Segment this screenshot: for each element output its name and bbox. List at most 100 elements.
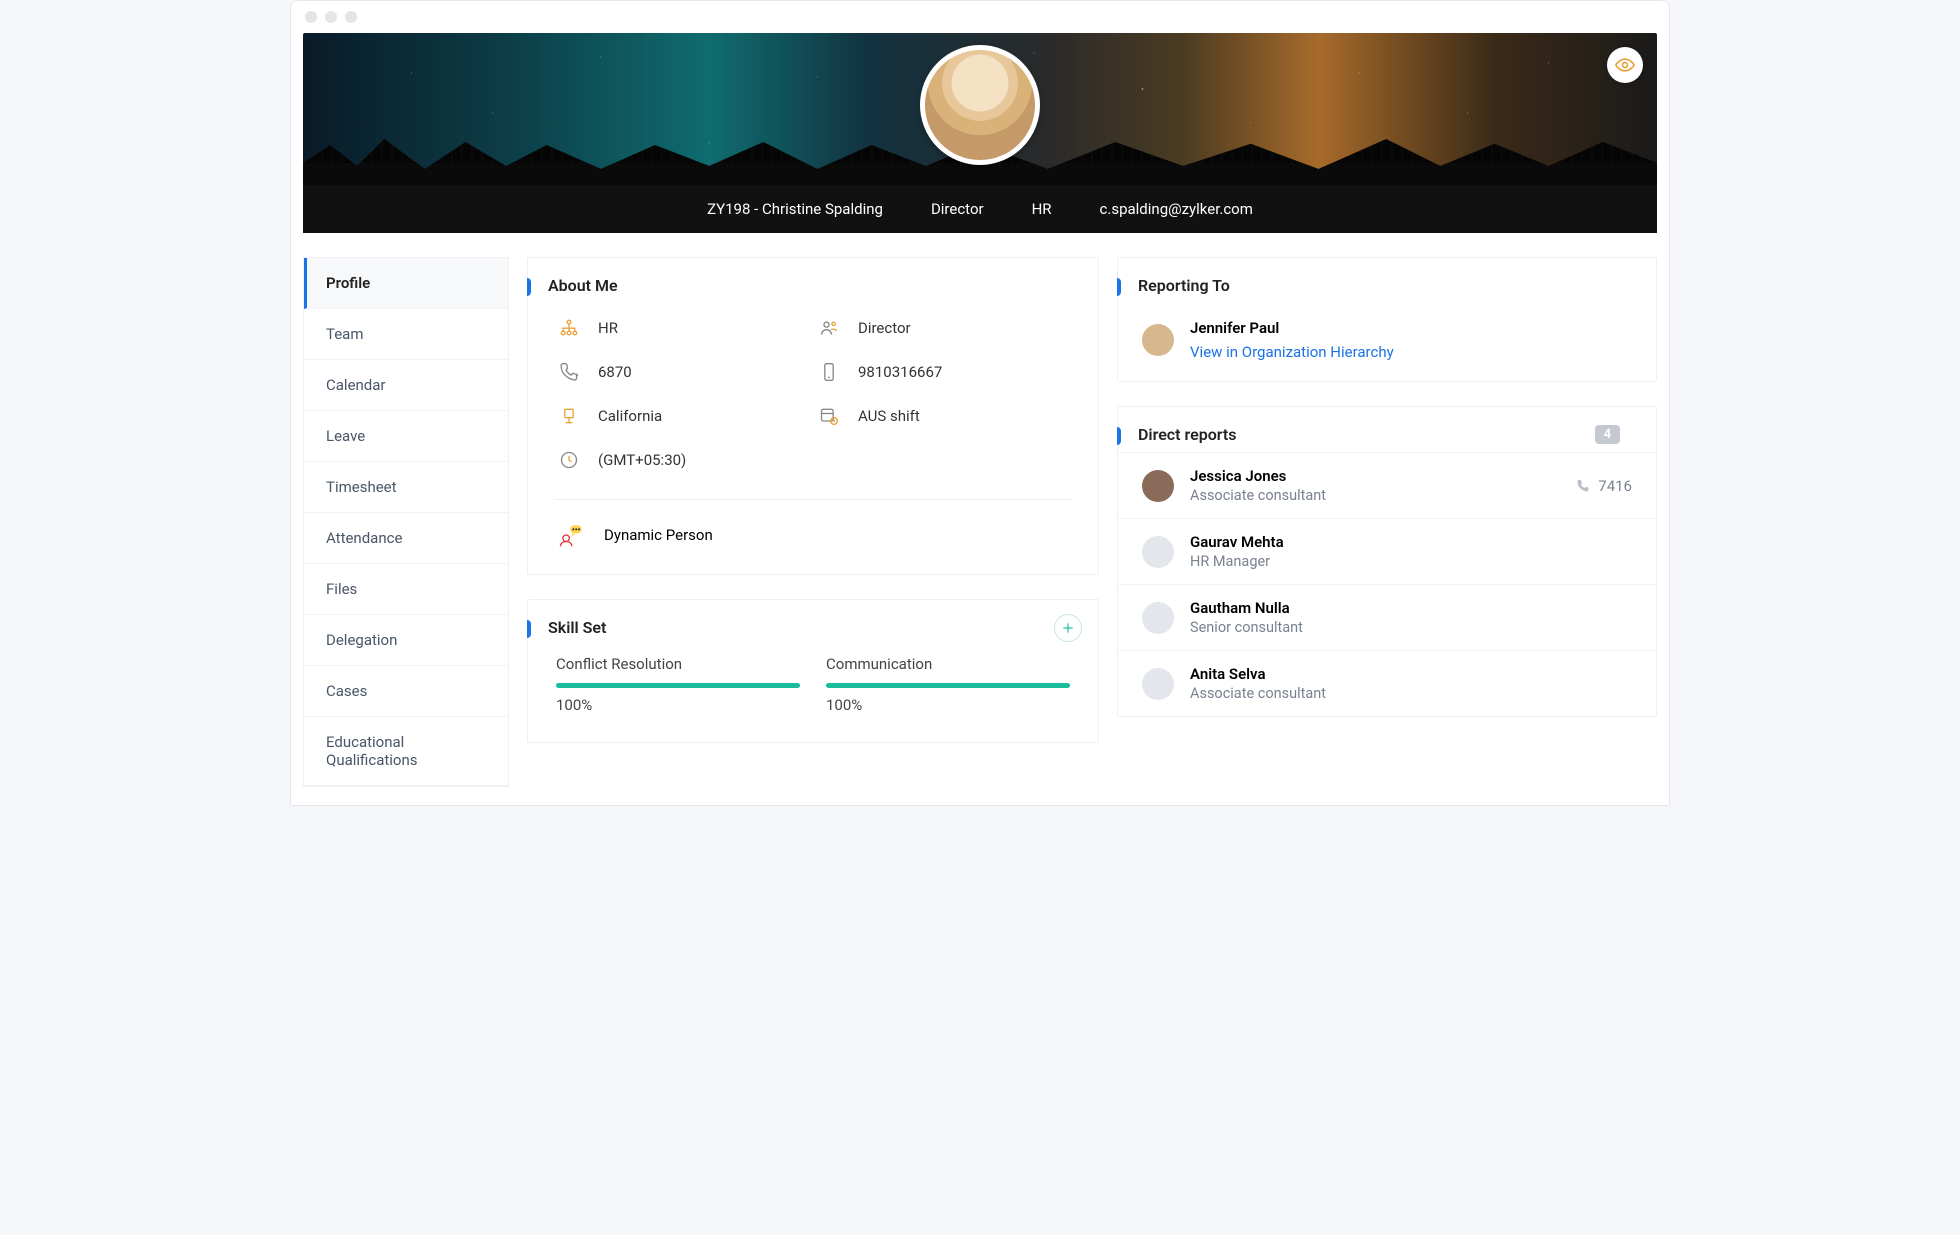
view-hierarchy-link[interactable]: View in Organization Hierarchy <box>1190 343 1394 361</box>
sidebar-item-cases[interactable]: Cases <box>304 666 508 717</box>
skill-progress-fill <box>556 683 800 688</box>
report-ext-value: 7416 <box>1598 477 1632 495</box>
window-controls <box>291 1 1669 33</box>
mobile-icon <box>818 361 840 383</box>
about-designation-row: Director <box>818 317 1068 339</box>
skill-percent: 100% <box>556 696 800 714</box>
sidebar-item-label: Leave <box>326 427 365 445</box>
clock-icon <box>558 449 580 471</box>
sidebar-item-team[interactable]: Team <box>304 309 508 360</box>
traffic-close[interactable] <box>305 11 317 23</box>
direct-report-row[interactable]: Anita Selva Associate consultant <box>1118 650 1656 716</box>
sidebar-item-profile[interactable]: Profile <box>304 258 508 309</box>
skill-set-heading: Skill Set <box>528 600 1098 645</box>
card-title: About Me <box>548 276 618 295</box>
sidebar-item-educational-qualifications[interactable]: Educational Qualifications <box>304 717 508 786</box>
skill-name: Conflict Resolution <box>556 655 800 673</box>
about-location-row: California <box>558 405 808 427</box>
add-skill-button[interactable] <box>1054 614 1082 642</box>
employee-id-name: ZY198 - Christine Spalding <box>707 200 883 218</box>
about-shift-row: AUS shift <box>818 405 1068 427</box>
reporting-to-heading: Reporting To <box>1118 258 1656 303</box>
report-extension: 7416 <box>1576 477 1632 495</box>
sidebar-item-attendance[interactable]: Attendance <box>304 513 508 564</box>
skill-set-card: Skill Set Conflict Resolution 100% Commu… <box>527 599 1099 743</box>
sidebar-item-label: Team <box>326 325 364 343</box>
about-mobile-value: 9810316667 <box>858 363 942 381</box>
card-title: Direct reports <box>1138 425 1237 444</box>
skill-item: Communication 100% <box>826 655 1070 714</box>
skill-progress-bar <box>826 683 1070 688</box>
card-title: Reporting To <box>1138 276 1230 295</box>
report-title: Associate consultant <box>1190 487 1560 504</box>
about-extension-value: 6870 <box>598 363 632 381</box>
sidebar-item-label: Timesheet <box>326 478 397 496</box>
report-avatar <box>1142 470 1174 502</box>
report-title: Associate consultant <box>1190 685 1632 702</box>
sidebar-item-label: Calendar <box>326 376 386 394</box>
sidebar-item-delegation[interactable]: Delegation <box>304 615 508 666</box>
eye-icon <box>1615 55 1635 75</box>
sidebar-item-label: Attendance <box>326 529 402 547</box>
speech-person-icon <box>558 522 584 548</box>
visibility-toggle-button[interactable] <box>1607 47 1643 83</box>
report-name: Gaurav Mehta <box>1190 533 1632 551</box>
reporting-to-card: Reporting To Jennifer Paul View in Organ… <box>1117 257 1657 382</box>
about-tagline-value: Dynamic Person <box>604 526 713 544</box>
skill-item: Conflict Resolution 100% <box>556 655 800 714</box>
user-icon <box>818 317 840 339</box>
employee-job-title: Director <box>931 200 984 218</box>
calendar-clock-icon <box>818 405 840 427</box>
about-timezone-value: (GMT+05:30) <box>598 451 686 469</box>
manager-row[interactable]: Jennifer Paul View in Organization Hiera… <box>1118 303 1656 381</box>
skill-progress-fill <box>826 683 1070 688</box>
profile-avatar[interactable] <box>920 45 1040 165</box>
employee-email: c.spalding@zylker.com <box>1100 200 1253 218</box>
about-designation-value: Director <box>858 319 911 337</box>
phone-icon <box>1576 479 1590 493</box>
sidebar-item-label: Educational Qualifications <box>326 733 418 769</box>
sidebar-item-files[interactable]: Files <box>304 564 508 615</box>
sidebar-item-leave[interactable]: Leave <box>304 411 508 462</box>
profile-header-strip: ZY198 - Christine Spalding Director HR c… <box>303 185 1657 233</box>
sidebar-item-label: Cases <box>326 682 367 700</box>
report-name: Anita Selva <box>1190 665 1632 683</box>
skill-percent: 100% <box>826 696 1070 714</box>
manager-name: Jennifer Paul <box>1190 319 1394 337</box>
phone-icon <box>558 361 580 383</box>
employee-department: HR <box>1032 200 1052 218</box>
traffic-min[interactable] <box>325 11 337 23</box>
org-icon <box>558 317 580 339</box>
report-avatar <box>1142 602 1174 634</box>
about-department-value: HR <box>598 319 618 337</box>
about-shift-value: AUS shift <box>858 407 920 425</box>
report-avatar <box>1142 536 1174 568</box>
report-name: Jessica Jones <box>1190 467 1560 485</box>
sidebar-item-calendar[interactable]: Calendar <box>304 360 508 411</box>
card-title: Skill Set <box>548 618 606 637</box>
sidebar-item-label: Profile <box>326 274 370 292</box>
about-mobile-row: 9810316667 <box>818 361 1068 383</box>
direct-report-row[interactable]: Jessica Jones Associate consultant 7416 <box>1118 452 1656 518</box>
about-department-row: HR <box>558 317 808 339</box>
direct-report-row[interactable]: Gautham Nulla Senior consultant <box>1118 584 1656 650</box>
direct-report-row[interactable]: Gaurav Mehta HR Manager <box>1118 518 1656 584</box>
traffic-max[interactable] <box>345 11 357 23</box>
sidebar-item-label: Files <box>326 580 357 598</box>
skill-name: Communication <box>826 655 1070 673</box>
about-extension-row: 6870 <box>558 361 808 383</box>
report-name: Gautham Nulla <box>1190 599 1632 617</box>
direct-reports-heading: Direct reports 4 <box>1118 407 1656 452</box>
direct-reports-count-badge: 4 <box>1595 425 1620 444</box>
about-location-value: California <box>598 407 662 425</box>
about-tagline-row: Dynamic Person <box>528 500 1098 574</box>
report-avatar <box>1142 668 1174 700</box>
profile-sidebar: Profile Team Calendar Leave Timesheet At… <box>303 257 509 787</box>
about-timezone-row: (GMT+05:30) <box>558 449 808 471</box>
sidebar-item-timesheet[interactable]: Timesheet <box>304 462 508 513</box>
manager-avatar <box>1142 324 1174 356</box>
about-me-heading: About Me <box>528 258 1098 303</box>
location-icon <box>558 405 580 427</box>
sidebar-item-label: Delegation <box>326 631 397 649</box>
plus-icon <box>1061 621 1075 635</box>
